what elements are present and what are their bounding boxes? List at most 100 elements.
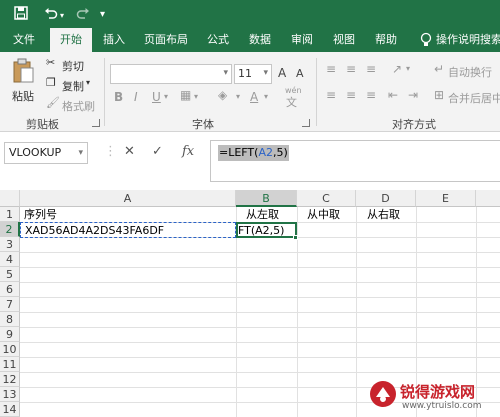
column-header-f[interactable]: [476, 190, 500, 207]
copy-button[interactable]: 复制: [62, 78, 84, 94]
decrease-font-button[interactable]: A: [296, 67, 304, 80]
copy-icon[interactable]: ❐: [46, 76, 56, 89]
cell-a1[interactable]: 序列号: [24, 207, 57, 222]
tab-formulas[interactable]: 公式: [200, 28, 236, 52]
alignment-group-label: 对齐方式: [392, 118, 436, 131]
row-header-10[interactable]: 10: [0, 342, 20, 357]
font-color-dropdown-icon[interactable]: ▾: [264, 92, 268, 101]
column-header-b[interactable]: B: [236, 190, 297, 207]
formula-reference: A2: [258, 146, 273, 159]
increase-indent-icon[interactable]: ⇥: [408, 88, 418, 102]
row-header-8[interactable]: 8: [0, 312, 20, 327]
formula-text: =LEFT(A2,5): [218, 145, 289, 161]
row-header-5[interactable]: 5: [0, 267, 20, 282]
row-header-3[interactable]: 3: [0, 237, 20, 252]
format-painter-icon[interactable]: 🖌: [46, 96, 60, 109]
tab-page-layout[interactable]: 页面布局: [138, 28, 194, 52]
undo-dropdown-icon[interactable]: ▾: [60, 8, 64, 24]
column-header-a[interactable]: A: [20, 190, 236, 207]
font-launcher-icon[interactable]: [302, 119, 310, 127]
align-left-icon[interactable]: ≡: [326, 88, 336, 102]
insert-function-button[interactable]: fx: [182, 144, 194, 159]
font-size-select[interactable]: 11 ▾: [234, 64, 272, 84]
redo-icon[interactable]: [76, 6, 90, 24]
align-center-icon[interactable]: ≡: [346, 88, 356, 102]
cancel-icon[interactable]: ✕: [124, 144, 135, 159]
borders-dropdown-icon[interactable]: ▾: [194, 92, 198, 101]
tab-review[interactable]: 审阅: [284, 28, 320, 52]
wrap-text-button[interactable]: 自动换行: [448, 64, 492, 80]
column-header-c[interactable]: C: [297, 190, 356, 207]
enter-icon[interactable]: ✓: [152, 144, 163, 159]
watermark-url: www.ytruislo.com: [402, 401, 482, 411]
lightbulb-icon: [420, 32, 432, 51]
merge-center-button[interactable]: 合并后居中: [448, 90, 500, 106]
format-painter-button[interactable]: 格式刷: [62, 98, 95, 114]
cell-a2[interactable]: XAD56AD4A2DS43FA6DF: [25, 223, 164, 238]
row-header-13[interactable]: 13: [0, 387, 20, 402]
align-right-icon[interactable]: ≡: [366, 88, 376, 102]
row-header-11[interactable]: 11: [0, 357, 20, 372]
font-name-select[interactable]: ▾: [110, 64, 232, 84]
row-header-9[interactable]: 9: [0, 327, 20, 342]
orientation-dropdown-icon[interactable]: ▾: [406, 64, 410, 73]
row-header-14[interactable]: 14: [0, 402, 20, 417]
bold-button[interactable]: B: [114, 90, 123, 104]
row-header-1[interactable]: 1: [0, 207, 20, 222]
save-icon[interactable]: [14, 6, 28, 24]
paste-icon[interactable]: [12, 58, 34, 87]
decrease-indent-icon[interactable]: ⇤: [388, 88, 398, 102]
tab-data[interactable]: 数据: [242, 28, 278, 52]
underline-button[interactable]: U: [152, 90, 161, 104]
increase-font-button[interactable]: A: [278, 66, 286, 80]
column-header-d[interactable]: D: [356, 190, 416, 207]
tab-help[interactable]: 帮助: [368, 28, 404, 52]
copy-dropdown-icon[interactable]: ▾: [86, 78, 90, 87]
cell-b2-edit[interactable]: FT(A2,5): [238, 223, 296, 238]
row-header-12[interactable]: 12: [0, 372, 20, 387]
cell-c1[interactable]: 从中取: [307, 207, 340, 222]
paste-button[interactable]: 粘贴: [12, 88, 34, 104]
borders-icon[interactable]: ▦: [180, 88, 191, 102]
tab-view[interactable]: 视图: [326, 28, 362, 52]
fill-handle[interactable]: [293, 235, 298, 240]
row-header-2[interactable]: 2: [0, 222, 20, 237]
row-header-6[interactable]: 6: [0, 282, 20, 297]
tell-me-search[interactable]: 操作说明搜索: [436, 28, 500, 52]
fill-dropdown-icon[interactable]: ▾: [236, 92, 240, 101]
phonetic-icon[interactable]: 文: [286, 94, 297, 110]
formula-bar: VLOOKUP ▾ ⋮ ✕ ✓ fx =LEFT(A2,5): [0, 132, 500, 182]
orientation-icon[interactable]: ↗: [392, 62, 402, 76]
name-box[interactable]: VLOOKUP ▾: [4, 142, 88, 164]
watermark-text: 锐得游戏网: [400, 383, 476, 401]
undo-icon[interactable]: [44, 6, 58, 24]
customize-toolbar-icon[interactable]: ▾: [100, 7, 105, 23]
tab-insert[interactable]: 插入: [96, 28, 132, 52]
wrap-text-icon[interactable]: ↵: [434, 62, 444, 76]
tab-home[interactable]: 开始: [50, 28, 92, 52]
font-color-icon[interactable]: A: [250, 90, 258, 104]
font-group-label: 字体: [192, 118, 214, 131]
merge-icon[interactable]: ⊞: [434, 88, 444, 102]
quick-access-toolbar: ▾ ▾: [0, 0, 500, 28]
column-header-e[interactable]: E: [416, 190, 476, 207]
tab-file[interactable]: 文件: [4, 28, 44, 52]
clipboard-group-label: 剪贴板: [26, 118, 59, 131]
align-middle-icon[interactable]: ≡: [346, 62, 356, 76]
cell-b1[interactable]: 从左取: [246, 207, 279, 222]
select-all-corner[interactable]: [0, 190, 20, 207]
cut-button[interactable]: 剪切: [62, 58, 84, 74]
name-box-dropdown-icon: ▾: [78, 148, 83, 158]
row-header-7[interactable]: 7: [0, 297, 20, 312]
scissors-icon[interactable]: ✂: [46, 56, 55, 69]
align-top-icon[interactable]: ≡: [326, 62, 336, 76]
underline-dropdown-icon[interactable]: ▾: [164, 92, 168, 101]
cell-d1[interactable]: 从右取: [367, 207, 400, 222]
ribbon-tabs: 文件 开始 插入 页面布局 公式 数据 审阅 视图 帮助 操作说明搜索: [0, 28, 500, 52]
italic-button[interactable]: I: [134, 90, 138, 104]
row-header-4[interactable]: 4: [0, 252, 20, 267]
clipboard-launcher-icon[interactable]: [92, 119, 100, 127]
fill-color-icon[interactable]: ◈: [218, 88, 227, 102]
align-bottom-icon[interactable]: ≡: [366, 62, 376, 76]
formula-input[interactable]: =LEFT(A2,5): [210, 140, 500, 182]
